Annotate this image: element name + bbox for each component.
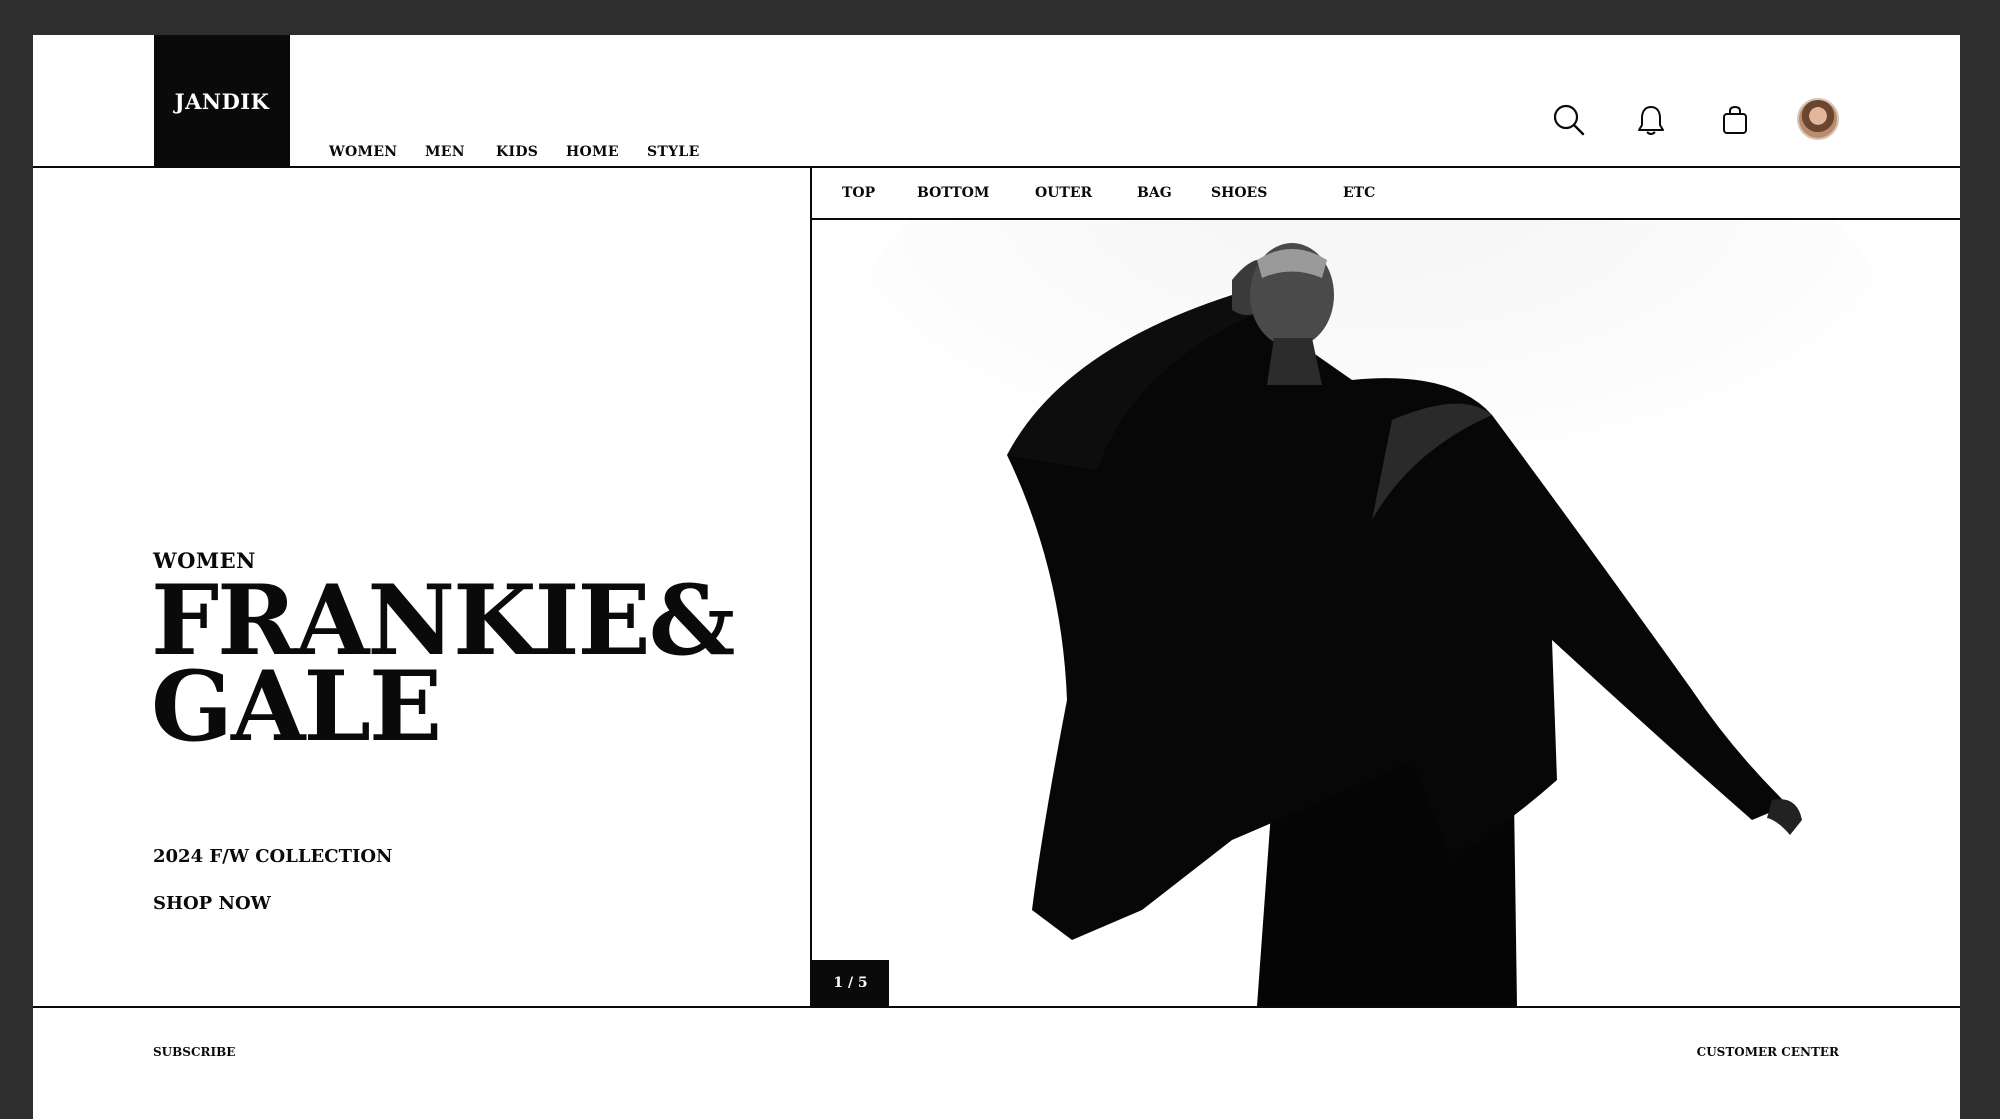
category-bottom[interactable]: BOTTOM <box>917 185 989 201</box>
category-etc[interactable]: ETC <box>1343 185 1375 201</box>
hero-title: FRANKIE& GALE <box>151 573 771 755</box>
category-bar: TOP BOTTOM OUTER BAG SHOES ETC <box>812 168 1960 220</box>
site-header: JANDIK WOMEN MEN KIDS HOME STYLE <box>33 35 1960 168</box>
shopping-bag-icon[interactable] <box>1718 103 1752 137</box>
category-bag[interactable]: BAG <box>1137 185 1172 201</box>
bell-icon[interactable] <box>1634 103 1668 137</box>
nav-item-men[interactable]: MEN <box>425 144 465 160</box>
nav-item-home[interactable]: HOME <box>566 144 619 160</box>
nav-item-women[interactable]: WOMEN <box>329 144 397 160</box>
subscribe-link[interactable]: SUBSCRIBE <box>153 1045 235 1059</box>
hero-image: 1 / 5 <box>812 220 1960 1006</box>
nav-item-style[interactable]: STYLE <box>647 144 700 160</box>
customer-center-link[interactable]: CUSTOMER CENTER <box>1697 1045 1839 1059</box>
category-top[interactable]: TOP <box>842 185 875 201</box>
collection-label: 2024 F/W COLLECTION <box>153 846 393 867</box>
page: JANDIK WOMEN MEN KIDS HOME STYLE WOMEN F… <box>33 35 1960 1119</box>
search-icon[interactable] <box>1552 103 1586 137</box>
slide-pager[interactable]: 1 / 5 <box>812 960 889 1006</box>
brand-logo[interactable]: JANDIK <box>154 35 290 168</box>
shop-now-link[interactable]: SHOP NOW <box>153 893 271 914</box>
nav-item-kids[interactable]: KIDS <box>496 144 538 160</box>
hero-text-panel: WOMEN FRANKIE& GALE 2024 F/W COLLECTION … <box>33 168 812 1006</box>
avatar[interactable] <box>1797 98 1839 140</box>
category-shoes[interactable]: SHOES <box>1211 185 1267 201</box>
model-figure <box>812 220 1960 1006</box>
site-footer: SUBSCRIBE CUSTOMER CENTER <box>33 1006 1960 1119</box>
hero-media-panel: TOP BOTTOM OUTER BAG SHOES ETC 1 / 5 <box>812 168 1960 1006</box>
category-outer[interactable]: OUTER <box>1035 185 1092 201</box>
